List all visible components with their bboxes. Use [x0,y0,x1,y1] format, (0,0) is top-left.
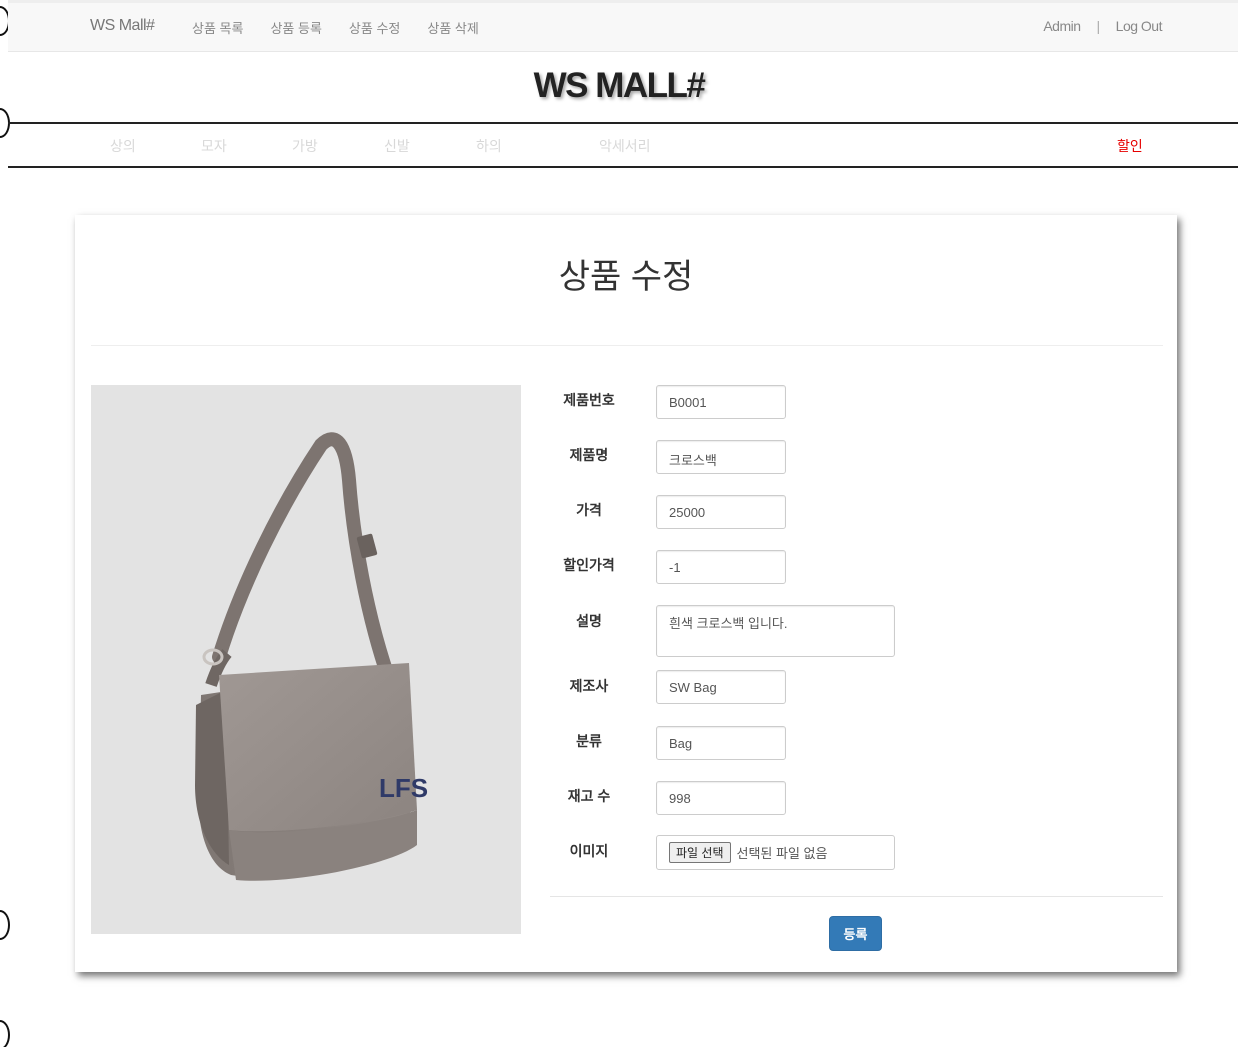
description-textarea[interactable]: 흰색 크로스백 입니다. [656,605,895,657]
divider: | [1096,18,1101,34]
category-accessories[interactable]: 악세서리 [599,136,651,156]
category-hats[interactable]: 모자 [201,136,227,156]
product-image: LFS [91,385,521,934]
product-name-input[interactable]: 크로스백 [656,440,786,474]
product-id-input[interactable]: B0001 [656,385,786,419]
choose-file-button[interactable]: 파일 선택 [669,842,731,863]
navbar-brand[interactable]: WS Mall# [90,17,155,35]
category-input[interactable]: Bag [656,726,786,760]
top-navbar: WS Mall# 상품 목록 상품 등록 상품 수정 상품 삭제 Admin |… [8,0,1238,52]
edge-mark [0,1020,10,1047]
price-input[interactable]: 25000 [656,495,786,529]
sale-price-input[interactable]: -1 [656,550,786,584]
category-bottoms[interactable]: 하의 [476,136,502,156]
category-bags[interactable]: 가방 [292,136,318,156]
label-sale-price: 할인가격 [563,557,615,573]
menu-item-product-delete[interactable]: 상품 삭제 [427,18,478,37]
label-description: 설명 [576,613,602,629]
label-product-name: 제품명 [569,447,609,463]
admin-menu: 상품 목록 상품 등록 상품 수정 상품 삭제 [192,18,479,37]
menu-item-product-edit[interactable]: 상품 수정 [349,18,400,37]
category-tops[interactable]: 상의 [110,136,136,156]
category-sale[interactable]: 할인 [1117,136,1143,156]
label-stock: 재고 수 [567,788,611,804]
label-price: 가격 [576,502,602,518]
stock-input[interactable]: 998 [656,781,786,815]
admin-link[interactable]: Admin [1043,18,1081,34]
submit-button[interactable]: 등록 [829,916,882,951]
label-category: 분류 [576,733,602,749]
edit-product-card: 상품 수정 LFS 제품번호 B0001 제품명 크로스백 가격 25000 할… [75,215,1177,972]
menu-item-product-list[interactable]: 상품 목록 [192,18,243,37]
label-image: 이미지 [569,843,609,859]
divider [550,896,1163,897]
bag-brand-text: LFS [379,773,428,803]
category-bar: 상의 모자 가방 신발 하의 악세서리 할인 [8,122,1238,168]
label-manufacturer: 제조사 [569,678,609,694]
image-file-input: 파일 선택 선택된 파일 없음 [656,835,895,870]
file-status-text: 선택된 파일 없음 [736,846,828,861]
logout-link[interactable]: Log Out [1116,18,1163,34]
divider [91,345,1163,346]
category-shoes[interactable]: 신발 [384,136,410,156]
site-logo[interactable]: WS MALL# [0,66,1238,106]
label-product-id: 제품번호 [563,392,615,408]
manufacturer-input[interactable]: SW Bag [656,670,786,704]
edge-mark [0,910,10,940]
page-title: 상품 수정 [558,258,694,296]
bag-illustration: LFS [195,432,428,881]
user-menu: Admin | Log Out [1043,18,1162,34]
menu-item-product-add[interactable]: 상품 등록 [270,18,321,37]
